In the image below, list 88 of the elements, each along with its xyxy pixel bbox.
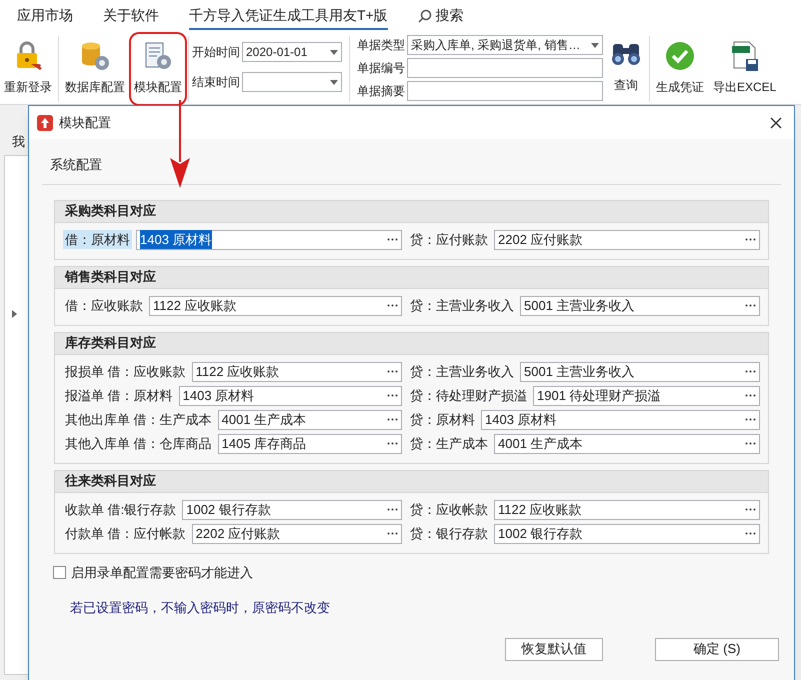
group-title: 销售类科目对应 xyxy=(65,268,156,286)
more-icon[interactable] xyxy=(745,394,756,397)
field-label: 报溢单 借：原材料 xyxy=(64,386,174,405)
toolbar-button[interactable]: 模块配置 xyxy=(131,34,185,104)
checkmark-icon xyxy=(664,40,696,72)
field-label: 借：原材料 xyxy=(63,230,132,250)
field-label: 收款单 借:银行存款 xyxy=(64,500,178,519)
hint-text: 若已设置密码，不输入密码时，原密码不改变 xyxy=(70,599,331,617)
field-label: 付款单 借：应付帐款 xyxy=(64,524,187,543)
field-label: 单据编号 xyxy=(357,60,405,77)
field-label: 报损单 借：应收账款 xyxy=(64,362,187,381)
input-field[interactable]: 2202 应付账款 xyxy=(192,524,402,544)
more-icon[interactable] xyxy=(745,304,756,307)
input-field[interactable]: 2202 应付账款 xyxy=(494,230,760,250)
group-title: 库存类科目对应 xyxy=(65,334,156,352)
field-label: 借：应收账款 xyxy=(64,296,144,315)
more-icon[interactable] xyxy=(745,238,756,241)
input-field[interactable]: 1403 原材料 xyxy=(481,410,760,430)
field-label: 贷：生产成本 xyxy=(409,434,489,453)
more-icon[interactable] xyxy=(745,508,756,511)
input-field[interactable]: 1403 原材料 xyxy=(178,386,402,406)
dropdown-caret-icon[interactable] xyxy=(591,42,599,48)
more-icon[interactable] xyxy=(387,418,398,421)
field-label: 贷：原材料 xyxy=(409,410,476,429)
field-label: 单据摘要 xyxy=(357,83,405,100)
field-label: 结束时间 xyxy=(192,74,240,91)
dropdown-caret-icon[interactable] xyxy=(330,50,338,54)
dialog-button[interactable]: 恢复默认值 xyxy=(505,638,603,660)
field-label: 贷：应收帐款 xyxy=(409,500,489,519)
more-icon[interactable] xyxy=(745,442,756,445)
input-field[interactable]: 1002 银行存款 xyxy=(494,524,760,544)
toolbar-button[interactable]: 重新登录 xyxy=(1,34,55,104)
database-gear-icon xyxy=(79,40,111,72)
more-icon[interactable] xyxy=(387,508,398,511)
app-icon xyxy=(37,114,53,130)
search-icon xyxy=(418,8,432,22)
more-icon[interactable] xyxy=(745,418,756,421)
tab-label[interactable]: 我 xyxy=(12,132,25,152)
more-icon[interactable] xyxy=(387,238,398,241)
dropdown-caret-icon[interactable] xyxy=(330,80,338,84)
field-label: 贷：应付账款 xyxy=(409,230,489,249)
combo-box[interactable]: 2020-01-01 xyxy=(242,42,342,62)
input-field[interactable]: 1122 应收账款 xyxy=(494,500,760,520)
more-icon[interactable] xyxy=(387,304,398,307)
input-field[interactable]: 5001 主营业务收入 xyxy=(520,362,760,382)
more-icon[interactable] xyxy=(745,370,756,373)
input-field[interactable]: 1405 库存商品 xyxy=(218,434,402,454)
menu-tab[interactable]: 应用市场 xyxy=(17,5,73,30)
checkbox-label: 启用录单配置需要密码才能进入 xyxy=(71,564,253,582)
dialog-title: 模块配置 xyxy=(59,114,112,132)
dialog-tab[interactable]: 系统配置 xyxy=(50,155,102,184)
combo-box[interactable]: 采购入库单, 采购退货单, 销售… xyxy=(407,35,603,55)
close-icon xyxy=(770,116,782,128)
field-label: 其他出库单 借：生产成本 xyxy=(64,410,213,429)
input-field[interactable]: 1122 应收账款 xyxy=(149,296,402,316)
toolbar-button[interactable]: 导出EXCEL xyxy=(710,34,780,104)
toolbar-button[interactable]: 生成凭证 xyxy=(653,34,707,104)
more-icon[interactable] xyxy=(387,532,398,535)
menu-tab[interactable]: 关于软件 xyxy=(103,5,159,30)
field-label: 其他入库单 借：仓库商品 xyxy=(64,434,213,453)
input-field[interactable] xyxy=(407,81,603,101)
more-icon[interactable] xyxy=(387,370,398,373)
group-title: 采购类科目对应 xyxy=(65,202,156,220)
menu-tab[interactable]: 千方导入凭证生成工具用友T+版 xyxy=(189,5,388,30)
input-field[interactable]: 4001 生产成本 xyxy=(218,410,402,430)
field-label: 开始时间 xyxy=(192,44,240,61)
field-label: 贷：主营业务收入 xyxy=(409,296,515,315)
query-button[interactable]: 查询 xyxy=(606,34,646,94)
input-field[interactable]: 4001 生产成本 xyxy=(494,434,760,454)
input-field[interactable]: 1901 待处理财产损溢 xyxy=(533,386,760,406)
search-button[interactable]: 搜索 xyxy=(418,5,464,30)
checkbox[interactable] xyxy=(53,566,66,579)
input-field[interactable]: 1122 应收账款 xyxy=(192,362,402,382)
input-field[interactable]: 5001 主营业务收入 xyxy=(520,296,760,316)
group-title: 往来类科目对应 xyxy=(65,472,156,490)
toolbar-button[interactable]: 数据库配置 xyxy=(62,34,128,104)
more-icon[interactable] xyxy=(387,394,398,397)
field-label: 单据类型 xyxy=(357,37,405,54)
dialog-button[interactable]: 确定 (S) xyxy=(655,638,779,660)
more-icon[interactable] xyxy=(387,442,398,445)
field-label: 贷：银行存款 xyxy=(409,524,489,543)
input-field[interactable] xyxy=(407,58,603,78)
more-icon[interactable] xyxy=(745,532,756,535)
input-field[interactable]: 1403 原材料 xyxy=(136,230,402,250)
field-label: 贷：待处理财产损溢 xyxy=(409,386,528,405)
field-label: 贷：主营业务收入 xyxy=(409,362,515,381)
expand-arrow-icon[interactable] xyxy=(12,310,17,318)
input-field[interactable]: 1002 银行存款 xyxy=(182,500,402,520)
